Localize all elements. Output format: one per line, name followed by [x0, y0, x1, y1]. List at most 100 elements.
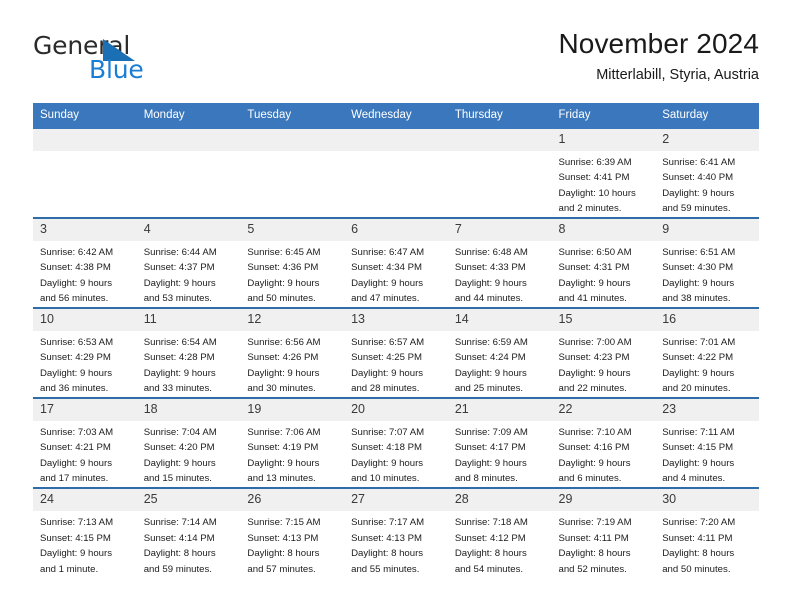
calendar-day-cell[interactable]: 1 Sunrise: 6:39 AM Sunset: 4:41 PM Daylight… [551, 128, 656, 218]
sun-info: Sunrise: 7:11 AM Sunset: 4:15 PM Daylight:… [655, 421, 759, 487]
day-number: 27 [344, 489, 448, 512]
daylight-text: Daylight: 9 hours [143, 367, 216, 379]
sunset-text: Sunset: 4:34 PM [351, 262, 423, 274]
daylight-text: and 6 minutes. [558, 473, 622, 485]
daylight-text: and 50 minutes. [662, 563, 731, 575]
calendar-day-cell[interactable]: 20 Sunrise: 7:07 AM Sunset: 4:18 PM Dayligh… [344, 397, 448, 489]
calendar-day-cell[interactable]: 6 Sunrise: 6:47 AM Sunset: 4:34 PM Daylight… [344, 217, 448, 308]
calendar-day-cell[interactable]: 11 Sunrise: 6:54 AM Sunset: 4:28 PM Dayligh… [136, 307, 241, 398]
sun-info: Sunrise: 6:48 AM Sunset: 4:33 PM Daylight:… [448, 241, 552, 307]
calendar-day-cell[interactable]: 12 Sunrise: 6:56 AM Sunset: 4:26 PM Dayligh… [240, 307, 345, 398]
daylight-text: Daylight: 9 hours [454, 277, 527, 289]
sun-info: Sunrise: 6:50 AM Sunset: 4:31 PM Daylight:… [552, 241, 656, 307]
day-number [344, 128, 448, 151]
calendar-day-cell[interactable]: 28 Sunrise: 7:18 AM Sunset: 4:12 PM Dayligh… [447, 488, 552, 578]
calendar-day-cell[interactable]: 8 Sunrise: 6:50 AM Sunset: 4:31 PM Daylight… [551, 217, 656, 308]
calendar-day-cell[interactable]: 21 Sunrise: 7:09 AM Sunset: 4:17 PM Dayligh… [447, 397, 552, 489]
sun-info: Sunrise: 6:41 AM Sunset: 4:40 PM Daylight:… [655, 151, 759, 217]
calendar-day-cell[interactable]: 19 Sunrise: 7:06 AM Sunset: 4:19 PM Dayligh… [240, 397, 345, 489]
calendar-cell-empty [344, 128, 448, 218]
sunset-text: Sunset: 4:22 PM [662, 352, 734, 364]
day-number: 20 [344, 398, 448, 421]
calendar-week-row: 10 Sunrise: 6:53 AM Sunset: 4:29 PM Dayligh… [33, 307, 759, 398]
daylight-text: and 55 minutes. [351, 563, 420, 575]
sun-info: Sunrise: 7:17 AM Sunset: 4:13 PM Daylight:… [344, 511, 448, 577]
calendar-day-cell[interactable]: 15 Sunrise: 7:00 AM Sunset: 4:23 PM Dayligh… [551, 307, 656, 398]
daylight-text: and 1 minute. [40, 563, 99, 575]
sunrise-text: Sunrise: 7:15 AM [247, 517, 321, 529]
sun-info: Sunrise: 6:56 AM Sunset: 4:26 PM Daylight:… [240, 331, 344, 397]
sun-info: Sunrise: 7:18 AM Sunset: 4:12 PM Daylight:… [448, 511, 552, 577]
calendar-day-cell[interactable]: 10 Sunrise: 6:53 AM Sunset: 4:29 PM Dayligh… [33, 307, 137, 398]
sunrise-text: Sunrise: 7:10 AM [558, 426, 632, 438]
calendar-day-cell[interactable]: 27 Sunrise: 7:17 AM Sunset: 4:13 PM Dayligh… [344, 488, 448, 578]
sun-info: Sunrise: 6:53 AM Sunset: 4:29 PM Daylight:… [33, 331, 137, 397]
sunrise-text: Sunrise: 6:59 AM [454, 336, 528, 348]
daylight-text: and 54 minutes. [454, 563, 524, 575]
day-number: 13 [344, 308, 448, 331]
calendar-day-cell[interactable]: 25 Sunrise: 7:14 AM Sunset: 4:14 PM Dayligh… [136, 488, 241, 578]
weekday-header-tuesday: Tuesday [240, 103, 345, 129]
calendar-day-cell[interactable]: 13 Sunrise: 6:57 AM Sunset: 4:25 PM Dayligh… [344, 307, 448, 398]
calendar-day-cell[interactable]: 16 Sunrise: 7:01 AM Sunset: 4:22 PM Dayligh… [655, 307, 759, 398]
weekday-header-saturday: Saturday [655, 103, 759, 129]
sunrise-text: Sunrise: 7:20 AM [662, 517, 736, 529]
calendar-day-cell[interactable]: 23 Sunrise: 7:11 AM Sunset: 4:15 PM Dayligh… [655, 397, 759, 489]
sunset-text: Sunset: 4:12 PM [454, 532, 526, 544]
calendar-day-cell[interactable]: 3 Sunrise: 6:42 AM Sunset: 4:38 PM Daylight… [33, 217, 137, 308]
calendar-day-cell[interactable]: 9 Sunrise: 6:51 AM Sunset: 4:30 PM Daylight… [655, 217, 759, 308]
daylight-text: Daylight: 9 hours [662, 367, 735, 379]
calendar-day-cell[interactable]: 7 Sunrise: 6:48 AM Sunset: 4:33 PM Daylight… [447, 217, 552, 308]
sun-info: Sunrise: 7:10 AM Sunset: 4:16 PM Daylight:… [552, 421, 656, 487]
daylight-text: Daylight: 9 hours [247, 277, 320, 289]
calendar-day-cell[interactable]: 22 Sunrise: 7:10 AM Sunset: 4:16 PM Dayligh… [551, 397, 656, 489]
sun-info [33, 151, 137, 155]
calendar-day-cell[interactable]: 4 Sunrise: 6:44 AM Sunset: 4:37 PM Daylight… [136, 217, 241, 308]
weekday-header-wednesday: Wednesday [344, 103, 448, 129]
calendar-day-cell[interactable]: 24 Sunrise: 7:13 AM Sunset: 4:15 PM Dayligh… [33, 488, 137, 578]
sun-info: Sunrise: 7:09 AM Sunset: 4:17 PM Daylight:… [448, 421, 552, 487]
sun-info [137, 151, 241, 155]
daylight-text: Daylight: 9 hours [454, 457, 527, 469]
sun-info: Sunrise: 6:44 AM Sunset: 4:37 PM Daylight:… [137, 241, 241, 307]
daylight-text: and 59 minutes. [143, 563, 212, 575]
sunrise-text: Sunrise: 6:53 AM [40, 336, 114, 348]
sunset-text: Sunset: 4:11 PM [558, 532, 629, 544]
calendar-body: 1 Sunrise: 6:39 AM Sunset: 4:41 PM Daylight… [33, 128, 759, 578]
day-number: 29 [551, 489, 656, 512]
sunrise-text: Sunrise: 6:56 AM [247, 336, 321, 348]
day-number: 3 [33, 218, 137, 241]
calendar-day-cell[interactable]: 30 Sunrise: 7:20 AM Sunset: 4:11 PM Dayligh… [655, 488, 759, 578]
daylight-text: Daylight: 8 hours [662, 548, 735, 560]
daylight-text: and 41 minutes. [558, 293, 627, 305]
daylight-text: and 17 minutes. [40, 473, 109, 485]
daylight-text: Daylight: 9 hours [351, 457, 424, 469]
daylight-text: Daylight: 8 hours [143, 548, 216, 560]
sunrise-text: Sunrise: 7:13 AM [40, 517, 114, 529]
calendar-day-cell[interactable]: 5 Sunrise: 6:45 AM Sunset: 4:36 PM Daylight… [240, 217, 345, 308]
calendar-day-cell[interactable]: 29 Sunrise: 7:19 AM Sunset: 4:11 PM Dayligh… [551, 488, 656, 578]
brand-name-blue: Blue [89, 55, 144, 84]
day-number: 30 [655, 489, 759, 512]
sunrise-text: Sunrise: 6:54 AM [143, 336, 217, 348]
daylight-text: and 52 minutes. [558, 563, 627, 575]
calendar-day-cell[interactable]: 14 Sunrise: 6:59 AM Sunset: 4:24 PM Dayligh… [447, 307, 552, 398]
calendar-day-cell[interactable]: 17 Sunrise: 7:03 AM Sunset: 4:21 PM Dayligh… [33, 397, 137, 489]
daylight-text: Daylight: 9 hours [40, 548, 112, 560]
daylight-text: Daylight: 9 hours [40, 367, 112, 379]
calendar-day-cell[interactable]: 18 Sunrise: 7:04 AM Sunset: 4:20 PM Dayligh… [136, 397, 241, 489]
sun-info: Sunrise: 6:57 AM Sunset: 4:25 PM Daylight:… [344, 331, 448, 397]
daylight-text: Daylight: 9 hours [662, 457, 735, 469]
daylight-text: and 36 minutes. [40, 383, 109, 395]
daylight-text: and 53 minutes. [143, 293, 212, 305]
calendar-day-cell[interactable]: 26 Sunrise: 7:15 AM Sunset: 4:13 PM Dayligh… [240, 488, 345, 578]
day-number [33, 128, 137, 151]
calendar-day-cell[interactable]: 2 Sunrise: 6:41 AM Sunset: 4:40 PM Daylight… [655, 128, 759, 218]
calendar-cell-empty [447, 128, 552, 218]
sun-info [448, 151, 552, 155]
daylight-text: Daylight: 8 hours [351, 548, 424, 560]
brand-logo[interactable]: General Blue [33, 33, 293, 91]
sunrise-text: Sunrise: 7:03 AM [40, 426, 114, 438]
sunrise-text: Sunrise: 6:47 AM [351, 246, 425, 258]
sunrise-text: Sunrise: 6:48 AM [454, 246, 528, 258]
